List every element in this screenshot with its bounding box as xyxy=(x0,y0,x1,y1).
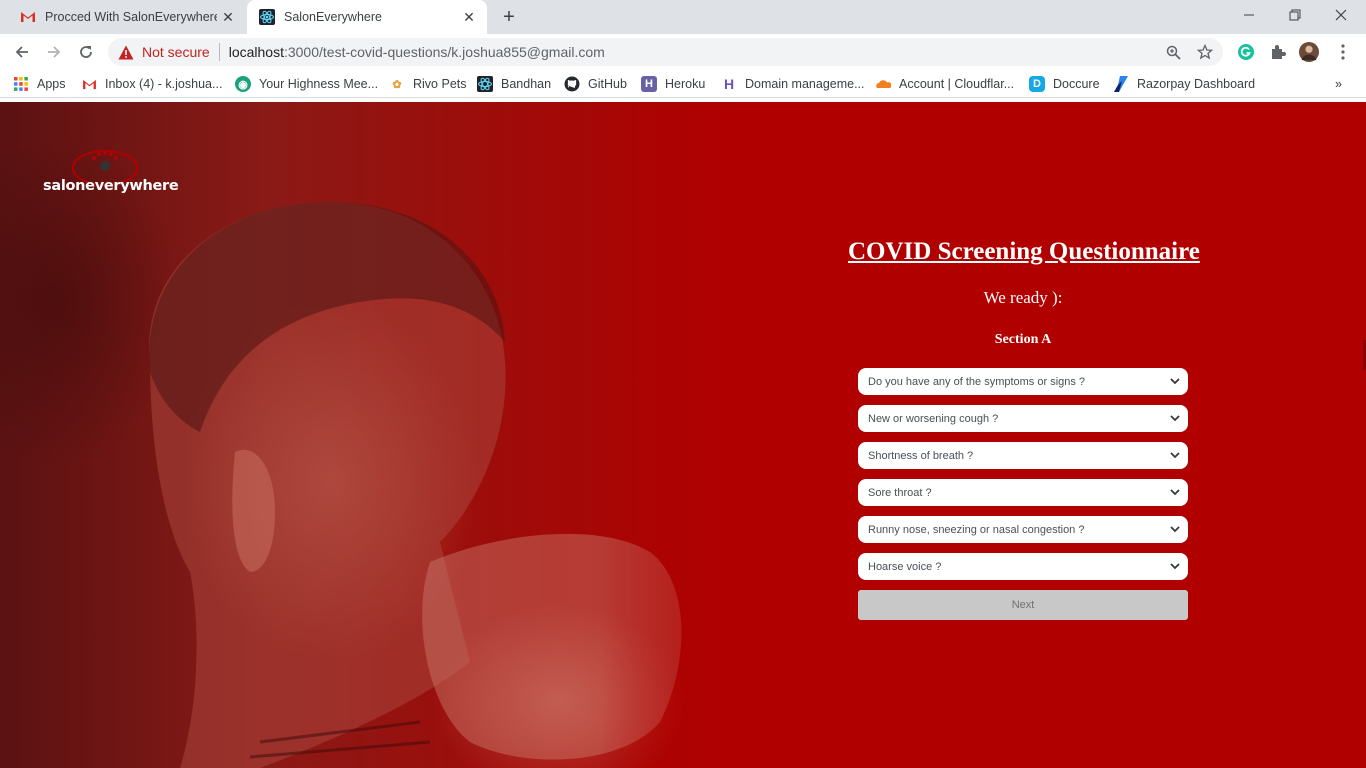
chevron-down-icon xyxy=(1168,559,1182,573)
bookmark-label: Bandhan xyxy=(501,77,552,91)
next-button[interactable]: Next xyxy=(858,590,1188,620)
logo-text: saloneverywhere xyxy=(43,178,179,194)
bookmark-label: Heroku xyxy=(665,77,706,91)
select-placeholder: Shortness of breath ? xyxy=(868,449,974,462)
page-title: COVID Screening Questionnaire xyxy=(848,238,1200,265)
bookmark-domain[interactable]: H Domain manageme... xyxy=(721,75,865,93)
omnibox-separator xyxy=(218,43,220,61)
doccure-icon: D xyxy=(1029,76,1045,92)
cloud-icon xyxy=(875,76,891,92)
url-path: :3000/test-covid-questions/k.joshua855@g… xyxy=(283,44,605,60)
chevron-down-icon xyxy=(1168,485,1182,499)
chevron-down-icon xyxy=(1168,448,1182,462)
new-tab-button[interactable]: + xyxy=(499,7,519,27)
bookmark-cloudflare[interactable]: Account | Cloudflar... xyxy=(875,75,1014,93)
close-window-icon[interactable] xyxy=(1318,0,1364,30)
heroku-icon: H xyxy=(641,76,657,92)
question-select-breath[interactable]: Shortness of breath ? xyxy=(858,442,1188,469)
bookmark-label: Doccure xyxy=(1053,77,1100,91)
bookmark-label: Your Highness Mee... xyxy=(259,77,379,91)
zoom-icon[interactable] xyxy=(1165,44,1181,60)
bookmark-razorpay[interactable]: Razorpay Dashboard xyxy=(1113,75,1255,93)
close-icon[interactable]: ✕ xyxy=(461,9,477,25)
select-placeholder: Hoarse voice ? xyxy=(868,560,942,573)
gmail-icon xyxy=(81,76,97,92)
reload-icon[interactable] xyxy=(74,40,98,64)
covid-questionnaire-form: COVID Screening Questionnaire We ready )… xyxy=(848,238,1200,620)
bookmark-inbox[interactable]: Inbox (4) - k.joshua... xyxy=(81,75,222,93)
apps-grid-icon xyxy=(13,76,29,92)
bookmark-label: Account | Cloudflar... xyxy=(899,77,1015,91)
question-select-symptoms[interactable]: Do you have any of the symptoms or signs… xyxy=(858,368,1188,395)
react-icon xyxy=(259,9,275,25)
razorpay-icon xyxy=(1113,76,1129,92)
photo-fade-overlay xyxy=(600,102,780,768)
select-placeholder: Runny nose, sneezing or nasal congestion… xyxy=(868,523,1085,536)
tab-strip: Procced With SalonEverywhere - ✕ SalonEv… xyxy=(0,0,1366,34)
extensions-icon[interactable] xyxy=(1268,42,1288,62)
menu-icon[interactable] xyxy=(1333,42,1353,62)
bookmark-label: Inbox (4) - k.joshua... xyxy=(105,77,223,91)
bookmark-your-highness[interactable]: ◉ Your Highness Mee... xyxy=(235,75,378,93)
bookmark-heroku[interactable]: H Heroku xyxy=(641,75,705,93)
grammarly-icon[interactable] xyxy=(1236,42,1256,62)
bookmark-label: Domain manageme... xyxy=(745,77,865,91)
hostinger-icon: H xyxy=(723,76,735,92)
bookmark-label: GitHub xyxy=(588,77,627,91)
url-host: localhost xyxy=(228,44,284,60)
question-select-hoarse-voice[interactable]: Hoarse voice ? xyxy=(858,553,1188,580)
bookmark-label: Razorpay Dashboard xyxy=(1137,77,1256,91)
github-icon xyxy=(564,76,580,92)
profile-avatar[interactable] xyxy=(1299,42,1319,62)
forward-icon[interactable] xyxy=(42,40,66,64)
bookmark-rivo-pets[interactable]: ✿ Rivo Pets xyxy=(389,75,467,93)
question-select-cough[interactable]: New or worsening cough ? xyxy=(858,405,1188,432)
question-select-runny-nose[interactable]: Runny nose, sneezing or nasal congestion… xyxy=(858,516,1188,543)
paw-icon: ✿ xyxy=(392,78,402,91)
select-placeholder: Do you have any of the symptoms or signs… xyxy=(868,375,1086,388)
bookmarks-bar: Apps Inbox (4) - k.joshua... ◉ Your High… xyxy=(0,70,1366,98)
tab-saloneverywhere[interactable]: SalonEverywhere ✕ xyxy=(247,0,487,34)
gmail-icon xyxy=(20,9,36,25)
bookmark-apps[interactable]: Apps xyxy=(13,75,66,93)
tab-gmail[interactable]: Procced With SalonEverywhere - ✕ xyxy=(10,0,246,34)
bookmark-label: Rivo Pets xyxy=(413,77,467,91)
warning-icon[interactable] xyxy=(118,44,134,60)
bookmark-doccure[interactable]: D Doccure xyxy=(1029,75,1100,93)
question-select-throat[interactable]: Sore throat ? xyxy=(858,479,1188,506)
close-icon[interactable]: ✕ xyxy=(220,9,236,25)
security-label[interactable]: Not secure xyxy=(142,44,210,60)
minimize-icon[interactable] xyxy=(1226,0,1272,30)
select-placeholder: New or worsening cough ? xyxy=(868,412,999,425)
chevron-down-icon xyxy=(1168,374,1182,388)
page-subtitle: We ready ): xyxy=(983,288,1063,307)
back-icon[interactable] xyxy=(10,40,34,64)
saloneverywhere-logo[interactable]: saloneverywhere xyxy=(42,146,179,202)
select-placeholder: Sore throat ? xyxy=(868,486,932,499)
restore-icon[interactable] xyxy=(1272,0,1318,30)
more-bookmarks-icon[interactable]: » xyxy=(1335,75,1342,93)
tab-title: SalonEverywhere xyxy=(284,10,382,24)
browser-toolbar: Not secure localhost:3000/test-covid-que… xyxy=(0,34,1366,70)
bookmark-github[interactable]: GitHub xyxy=(564,75,627,93)
question-list: Do you have any of the symptoms or signs… xyxy=(858,368,1188,580)
page-body: saloneverywhere COVID Screening Question… xyxy=(0,102,1366,768)
chevron-down-icon xyxy=(1168,411,1182,425)
bookmark-bandhan[interactable]: Bandhan xyxy=(477,75,551,93)
bookmark-label: Apps xyxy=(37,77,66,91)
tab-title: Procced With SalonEverywhere - xyxy=(45,10,217,24)
section-heading: Section A xyxy=(994,332,1052,347)
chat-bubble-icon: ◉ xyxy=(235,76,251,92)
address-bar[interactable]: Not secure localhost:3000/test-covid-que… xyxy=(108,38,1223,66)
chevron-down-icon xyxy=(1168,522,1182,536)
bookmark-star-icon[interactable] xyxy=(1197,44,1213,60)
react-icon xyxy=(477,76,493,92)
